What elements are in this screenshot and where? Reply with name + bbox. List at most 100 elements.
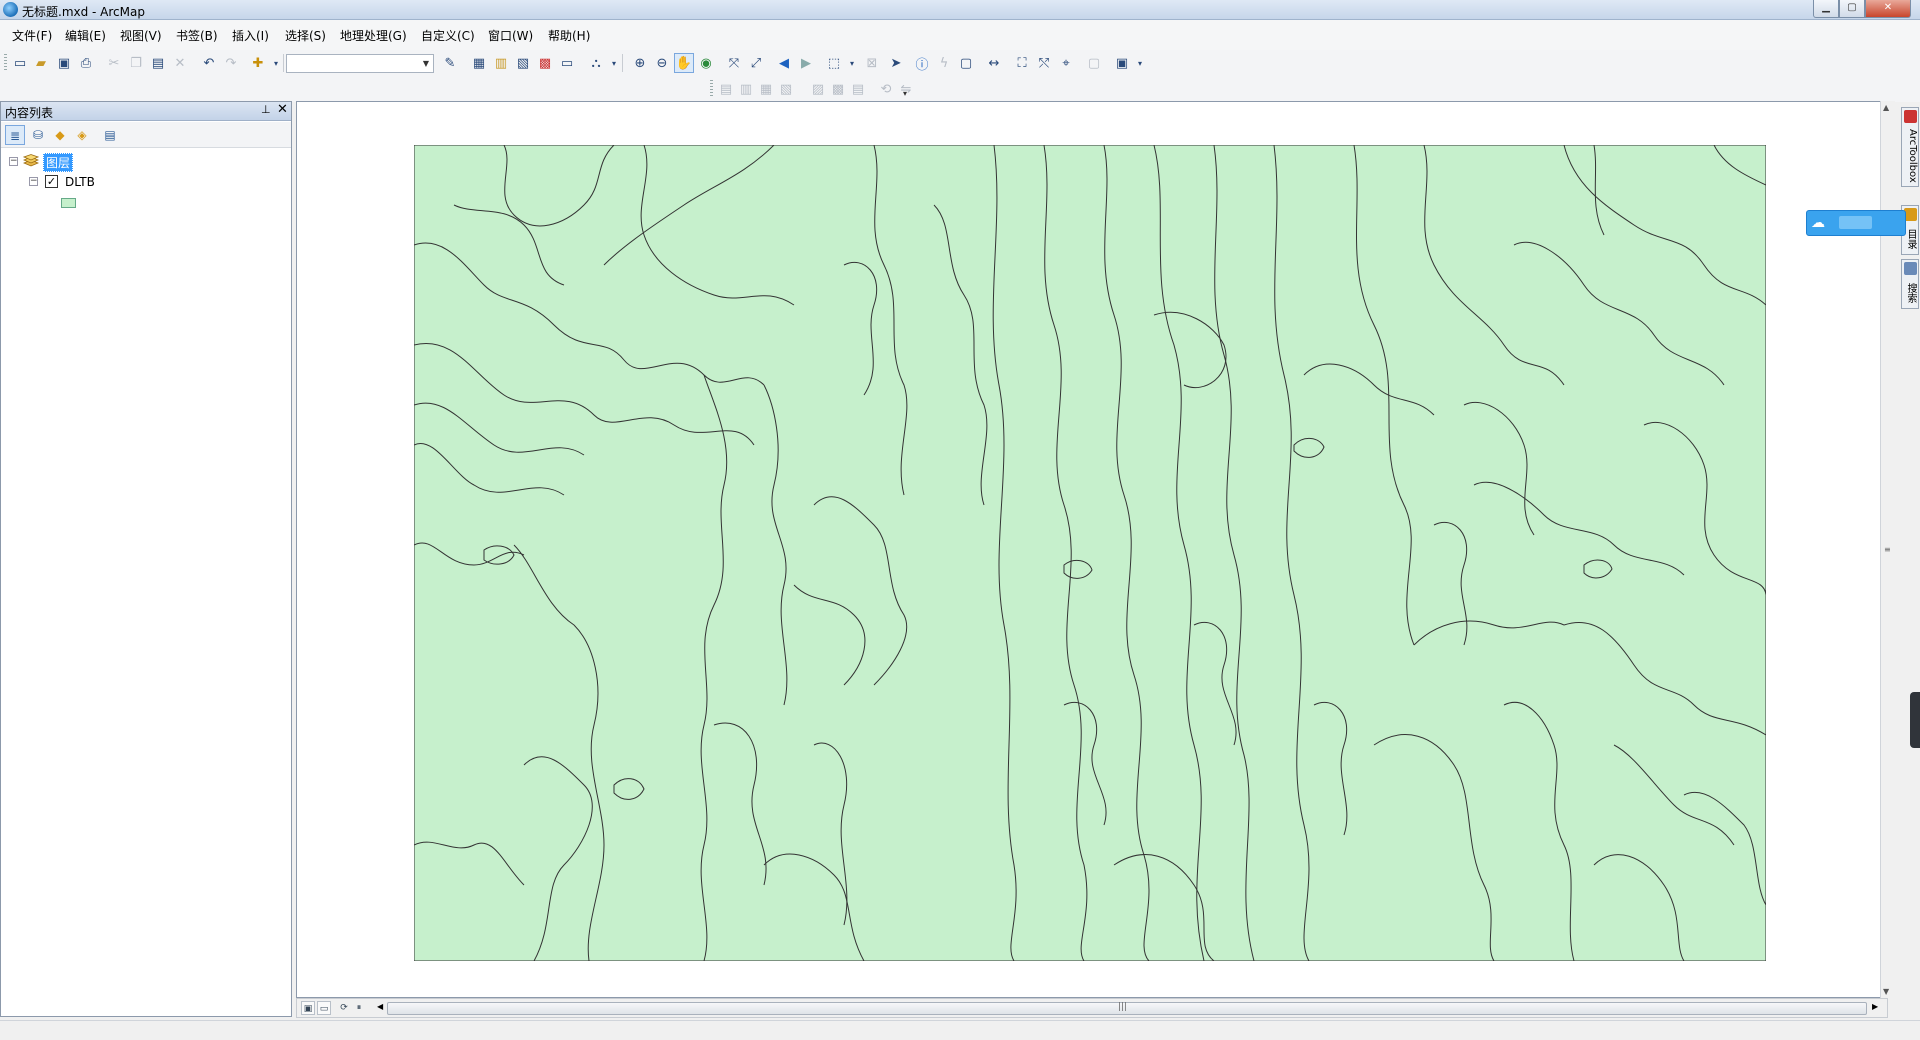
arctoolbox-tab[interactable]: ArcToolbox	[1901, 107, 1919, 187]
cut-icon[interactable]: ✂	[104, 53, 124, 73]
distribute-icon[interactable]: ▤	[848, 79, 868, 99]
go-to-xy-icon[interactable]: ⌖	[1056, 53, 1076, 73]
menu-selection[interactable]: 选择(S)	[285, 27, 326, 44]
menu-customize[interactable]: 自定义(C)	[421, 27, 475, 44]
measure-icon[interactable]: ↔	[984, 53, 1004, 73]
group-icon[interactable]: ▤	[716, 79, 736, 99]
list-by-drawing-order-icon[interactable]: ≣	[5, 125, 25, 145]
add-data-icon[interactable]: ✚	[248, 53, 268, 73]
maximize-button[interactable]: ▢	[1839, 0, 1865, 18]
open-icon[interactable]: ▰	[31, 53, 51, 73]
layer-name[interactable]: DLTB	[65, 175, 95, 189]
align-left-icon[interactable]: ▨	[808, 79, 828, 99]
delete-icon[interactable]: ✕	[170, 53, 190, 73]
collapse-icon[interactable]: −	[9, 157, 18, 166]
arctoolbox-icon[interactable]: ▩	[535, 53, 555, 73]
catalog-icon[interactable]: ▥	[491, 53, 511, 73]
pan-icon[interactable]: ✋	[674, 53, 694, 73]
menu-view[interactable]: 视图(V)	[120, 27, 162, 44]
scroll-right-icon[interactable]: ▶	[1872, 1002, 1878, 1011]
python-window-icon[interactable]: ▭	[557, 53, 577, 73]
scroll-left-icon[interactable]: ◀	[377, 1002, 383, 1011]
send-to-back-icon[interactable]: ▧	[776, 79, 796, 99]
toolbar-grip[interactable]	[4, 54, 7, 72]
copy-icon[interactable]: ❐	[126, 53, 146, 73]
list-by-selection-icon[interactable]: ◈	[72, 125, 92, 145]
new-document-icon[interactable]: ▭	[10, 53, 30, 73]
menu-help[interactable]: 帮助(H)	[548, 27, 590, 44]
scroll-up-icon[interactable]: ▲	[1883, 103, 1889, 112]
list-by-visibility-icon[interactable]: ◆	[50, 125, 70, 145]
scroll-grip-icon[interactable]: |||	[1118, 1002, 1127, 1012]
search-tab[interactable]: 搜索	[1901, 259, 1919, 309]
pin-icon[interactable]: ⊥	[261, 103, 271, 116]
print-icon[interactable]: ⎙	[76, 53, 96, 73]
map-horizontal-scrollbar[interactable]: |||	[387, 1002, 1867, 1015]
rotate-icon[interactable]: ⟲	[876, 79, 896, 99]
arcmap-app-icon	[3, 2, 18, 17]
menu-insert[interactable]: 插入(I)	[232, 27, 269, 44]
editor-toolbar-icon[interactable]: ✎	[440, 53, 460, 73]
bring-to-front-icon[interactable]: ▦	[756, 79, 776, 99]
fixed-zoom-out-icon[interactable]: ⤢	[746, 53, 766, 73]
scroll-grip-icon[interactable]: ≡	[1884, 545, 1891, 554]
hyperlink-icon[interactable]: ϟ	[934, 53, 954, 73]
map-canvas[interactable]	[414, 145, 1766, 961]
close-icon[interactable]: ✕	[277, 102, 288, 117]
create-viewer-icon[interactable]: ▣	[1112, 53, 1132, 73]
find-icon[interactable]: ⛶	[1012, 53, 1032, 73]
pause-drawing-icon[interactable]: ⏸	[352, 1001, 366, 1015]
chevron-down-icon[interactable]: ▼	[419, 55, 433, 72]
zoom-in-icon[interactable]: ⊕	[630, 53, 650, 73]
toolbar-options-icon[interactable]: ▾	[898, 86, 912, 100]
search-window-icon[interactable]: ▧	[513, 53, 533, 73]
identify-icon[interactable]: ⓘ	[912, 53, 932, 73]
undo-icon[interactable]: ↶	[199, 53, 219, 73]
menu-geoprocessing[interactable]: 地理处理(G)	[340, 27, 407, 44]
layer-visibility-checkbox[interactable]: ✓	[45, 175, 58, 188]
clear-selection-icon[interactable]: ⊠	[862, 53, 882, 73]
legend-symbol-patch[interactable]	[61, 198, 76, 208]
table-of-contents-panel: 内容列表 ⊥ ✕ ≣ ⛁ ◆ ◈ ▤ − 图层 − ✓ DLTB	[0, 101, 292, 1017]
minimize-button[interactable]: ▁	[1813, 0, 1839, 18]
time-slider-icon[interactable]: ▢	[1084, 53, 1104, 73]
collapse-icon[interactable]: −	[29, 177, 38, 186]
align-right-icon[interactable]: ▩	[828, 79, 848, 99]
find-route-icon[interactable]: ⤲	[1034, 53, 1054, 73]
model-builder-icon[interactable]: ⛬	[586, 53, 606, 73]
paste-icon[interactable]: ▤	[148, 53, 168, 73]
cloud-icon: ☁	[1811, 215, 1825, 231]
select-features-icon[interactable]: ⬚	[824, 53, 844, 73]
menu-file[interactable]: 文件(F)	[12, 27, 52, 44]
list-by-source-icon[interactable]: ⛁	[28, 125, 48, 145]
zoom-out-icon[interactable]: ⊖	[652, 53, 672, 73]
back-extent-icon[interactable]: ◀	[774, 53, 794, 73]
toolbar-options-icon[interactable]: ▾	[604, 53, 624, 73]
cloud-upload-widget[interactable]: ☁	[1806, 210, 1906, 236]
save-icon[interactable]: ▣	[54, 53, 74, 73]
redo-icon[interactable]: ↷	[221, 53, 241, 73]
refresh-icon[interactable]: ⟳	[337, 1001, 351, 1015]
map-view[interactable]	[296, 101, 1888, 998]
toolbar-options-icon[interactable]: ▾	[1130, 53, 1150, 73]
scroll-down-icon[interactable]: ▼	[1883, 987, 1889, 996]
select-elements-icon[interactable]: ➤	[886, 53, 906, 73]
side-panel-handle[interactable]	[1910, 692, 1920, 748]
table-of-contents-icon[interactable]: ▦	[469, 53, 489, 73]
map-scale-combobox[interactable]: ▼	[286, 54, 434, 73]
full-extent-icon[interactable]: ◉	[696, 53, 716, 73]
menu-bookmarks[interactable]: 书签(B)	[176, 27, 218, 44]
ungroup-icon[interactable]: ▥	[736, 79, 756, 99]
layout-view-icon[interactable]: ▭	[317, 1001, 331, 1015]
fixed-zoom-in-icon[interactable]: ⤧	[724, 53, 744, 73]
options-icon[interactable]: ▤	[100, 125, 120, 145]
data-view-icon[interactable]: ▣	[301, 1001, 315, 1015]
close-button[interactable]: ✕	[1865, 0, 1911, 18]
menu-windows[interactable]: 窗口(W)	[488, 27, 533, 44]
toolbar-grip[interactable]	[710, 80, 713, 98]
menu-edit[interactable]: 编辑(E)	[65, 27, 106, 44]
select-dropdown-icon[interactable]: ▾	[842, 53, 862, 73]
forward-extent-icon[interactable]: ▶	[796, 53, 816, 73]
html-popup-icon[interactable]: ▢	[956, 53, 976, 73]
layer-group-label[interactable]: 图层	[43, 153, 74, 172]
